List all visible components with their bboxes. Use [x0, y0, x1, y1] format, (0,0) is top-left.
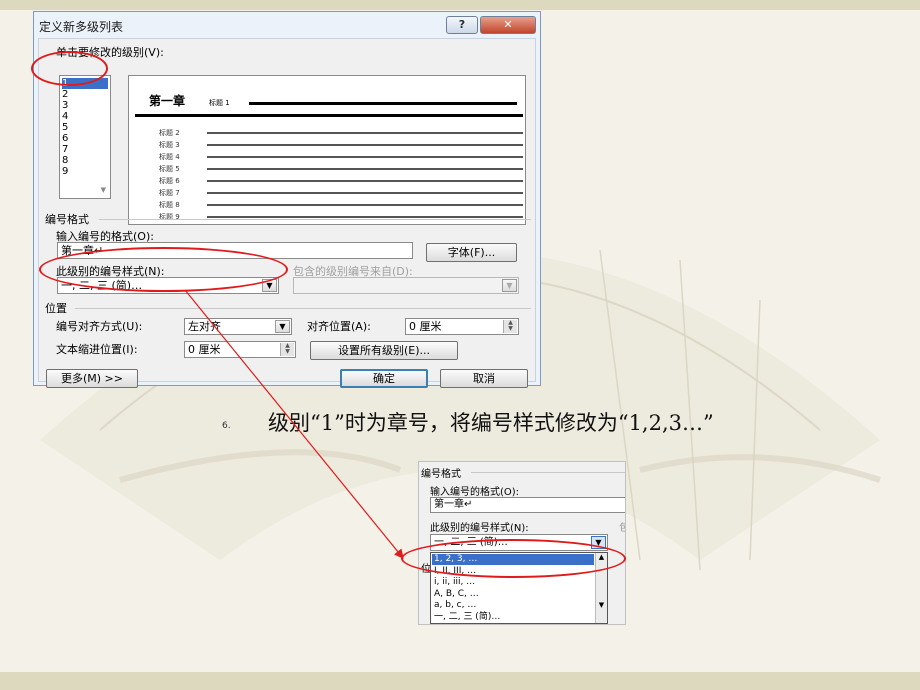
dropdown-option[interactable]: i, ii, iii, …: [432, 577, 594, 588]
numbering-section-label: 编号格式: [45, 213, 89, 226]
preview-chapter: 第一章: [149, 94, 186, 108]
preview-subheading-line: [207, 168, 523, 170]
preview-rule: [135, 114, 523, 117]
step-caption: 级别“1”时为章号，将编号样式修改为“1,2,3…”: [268, 411, 714, 435]
preview-subheading-line: [207, 204, 523, 206]
highlight-number-style-ellipse: [39, 247, 288, 292]
dropdown-option[interactable]: 一, 二, 三 (简)…: [432, 612, 594, 623]
preview-subheading: 标题 9: [159, 213, 180, 221]
preview-subheading: 标题 7: [159, 189, 180, 197]
preview-subheading: 标题 5: [159, 165, 180, 173]
more-button[interactable]: 更多(M) >>: [46, 369, 138, 388]
indent-input[interactable]: 0 厘米 ▲ ▼: [184, 341, 296, 358]
step-number: 6.: [222, 421, 231, 431]
dropdown-option[interactable]: a, b, c, …: [432, 600, 594, 611]
aligned-at-value: 0 厘米: [409, 320, 442, 333]
section-divider: [471, 472, 625, 473]
preview-subheading-line: [207, 180, 523, 182]
spinner-icon[interactable]: ▲ ▼: [280, 343, 294, 356]
indent-label: 文本缩进位置(I):: [56, 343, 138, 356]
ok-button[interactable]: 确定: [340, 369, 428, 388]
level-list[interactable]: ▼ 123456789: [59, 75, 111, 199]
font-button[interactable]: 字体(F)...: [426, 243, 517, 262]
level-item[interactable]: 3: [62, 100, 108, 111]
cancel-button[interactable]: 取消: [440, 369, 528, 388]
alignment-value: 左对齐: [188, 320, 221, 333]
level-item[interactable]: 2: [62, 89, 108, 100]
crop-cut-label-right: 包: [619, 519, 625, 534]
define-multilevel-list-dialog: 定义新多级列表 ? ✕ 单击要修改的级别(V): ▼ 123456789 第一章…: [33, 11, 541, 388]
highlight-level-ellipse: [31, 51, 108, 86]
level-item[interactable]: 4: [62, 111, 108, 122]
alignment-label: 编号对齐方式(U):: [56, 320, 143, 333]
scroll-down-icon[interactable]: ▼: [101, 186, 106, 194]
preview-subheading-line: [207, 156, 523, 158]
preview-subheading: 标题 6: [159, 177, 180, 185]
alignment-select[interactable]: 左对齐 ▼: [184, 318, 292, 335]
preview-subheading: 标题 8: [159, 201, 180, 209]
dropdown-arrow-icon[interactable]: ▼: [275, 320, 290, 333]
aligned-at-label: 对齐位置(A):: [307, 320, 371, 333]
preview-subheading: 标题 2: [159, 129, 180, 137]
spinner-icon[interactable]: ▲ ▼: [503, 320, 517, 333]
level-item[interactable]: 6: [62, 133, 108, 144]
highlight-option-ellipse: [401, 539, 626, 578]
preview-subheading: 标题 4: [159, 153, 180, 161]
section-divider: [75, 308, 531, 309]
preview-subheading-line: [207, 132, 523, 134]
crop-section-label: 编号格式: [421, 469, 461, 480]
dropdown-arrow-icon[interactable]: ▼: [502, 279, 517, 292]
crop-number-format-label: 输入编号的格式(O):: [430, 487, 520, 498]
aligned-at-input[interactable]: 0 厘米 ▲ ▼: [405, 318, 519, 335]
help-button[interactable]: ?: [446, 16, 478, 34]
close-button[interactable]: ✕: [480, 16, 536, 34]
preview-subheading-line: [207, 192, 523, 194]
crop-number-style-label: 此级别的编号样式(N):: [430, 523, 529, 534]
level-item[interactable]: 7: [62, 144, 108, 155]
preview-heading1-line: [249, 102, 517, 105]
crop-number-format-input[interactable]: 第一章↵: [430, 497, 625, 513]
indent-value: 0 厘米: [188, 343, 221, 356]
dialog-body: 单击要修改的级别(V): ▼ 123456789 第一章 标题 1 标题 2 标题…: [38, 38, 536, 388]
level-item[interactable]: 9: [62, 166, 108, 177]
include-level-select[interactable]: ▼: [293, 277, 519, 294]
level-item[interactable]: 5: [62, 122, 108, 133]
dropdown-option[interactable]: A, B, C, …: [432, 589, 594, 600]
section-divider: [99, 219, 531, 220]
preview-subheading-line: [207, 216, 523, 218]
dialog-title: 定义新多级列表: [39, 20, 124, 34]
preview-subheading-line: [207, 144, 523, 146]
preview-pane: 第一章 标题 1 标题 2 标题 3 标题 4 标题 5 标题 6 标题 7 标题 8 标题 …: [128, 75, 526, 225]
level-item[interactable]: 8: [62, 155, 108, 166]
preview-heading1: 标题 1: [209, 99, 230, 107]
set-all-levels-button[interactable]: 设置所有级别(E)...: [310, 341, 458, 360]
position-section-label: 位置: [45, 302, 67, 315]
preview-subheading: 标题 3: [159, 141, 180, 149]
